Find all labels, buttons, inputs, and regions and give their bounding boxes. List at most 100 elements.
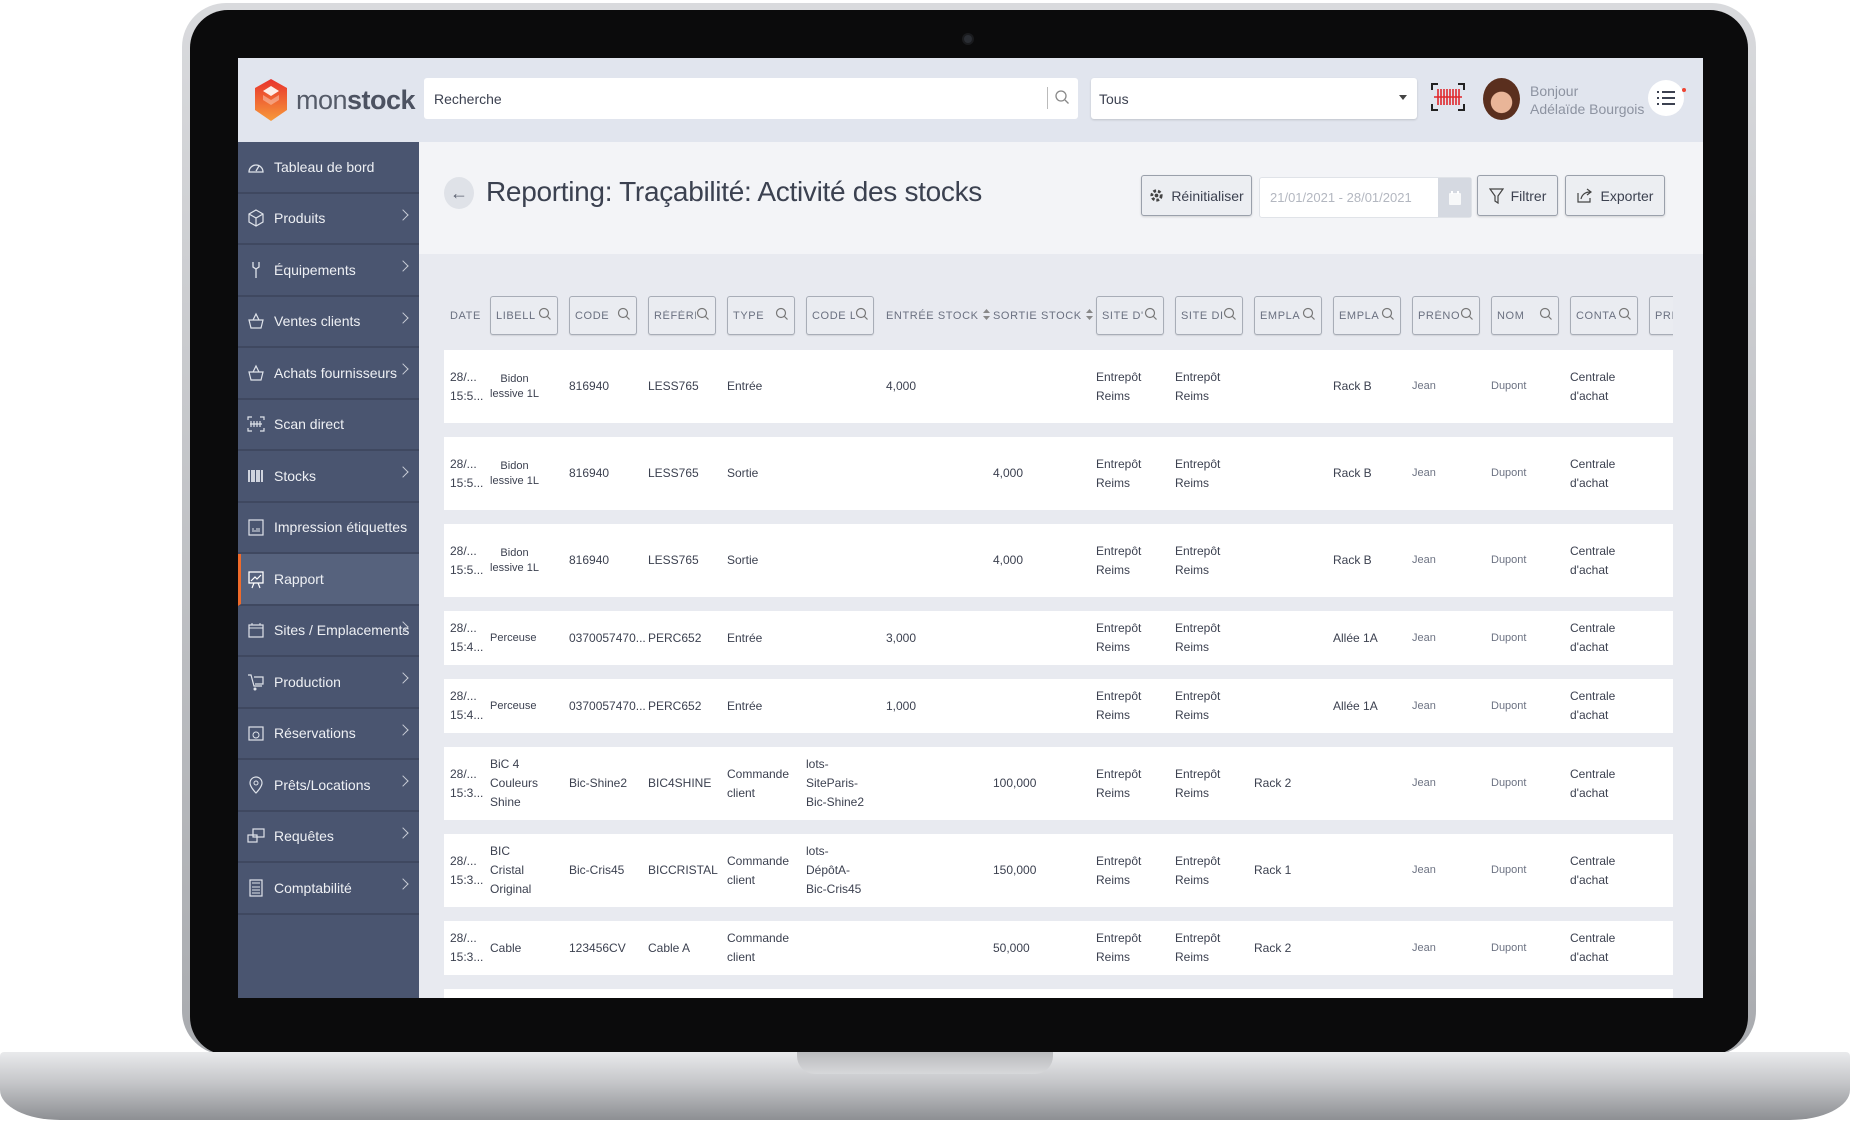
table-row[interactable]: 28/...15:3...BiC 4 Couleurs ShineBic-Shi…	[444, 989, 1673, 998]
sidebar-item-reservations[interactable]: Réservations	[238, 709, 419, 760]
sidebar-item-equipements[interactable]: Équipements	[238, 245, 419, 297]
time-value: 15:3...	[450, 872, 484, 887]
table-cell: 816940	[569, 553, 610, 567]
column-label: RÉFÉRI	[654, 309, 697, 322]
sidebar-item-prets-locations[interactable]: Prêts/Locations	[238, 760, 419, 812]
table-cell: Dupont	[1491, 864, 1527, 876]
export-button[interactable]: Exporter	[1565, 175, 1665, 216]
sidebar-item-rapport[interactable]: Rapport	[238, 554, 419, 606]
sidebar-item-label: Production	[274, 673, 341, 690]
table-cell: Centrale d'achat	[1570, 369, 1616, 403]
user-greeting[interactable]: Bonjour Adélaïde Bourgois	[1530, 82, 1644, 118]
column-filter-9[interactable]: SITE DI	[1175, 296, 1243, 335]
sidebar-item-scan-direct[interactable]: Scan direct	[238, 400, 419, 451]
table-cell: Centrale d'achat	[1570, 689, 1616, 722]
table-cell: Cable A	[648, 940, 691, 955]
column-label: EMPLA	[1260, 309, 1301, 322]
search-input[interactable]: Recherche	[424, 78, 1078, 119]
table-cell: Perceuse	[490, 699, 537, 712]
table-cell: 50,000	[993, 940, 1030, 955]
column-filter-4[interactable]: TYPE	[727, 296, 795, 335]
search-icon	[1460, 307, 1474, 324]
sidebar-item-ventes-clients[interactable]: Ventes clients	[238, 297, 419, 348]
sidebar-item-stocks[interactable]: Stocks	[238, 451, 419, 503]
table-row[interactable]: 28/...15:3...BiC 4 Couleurs ShineBic-Shi…	[444, 747, 1673, 820]
table-cell: LESS765	[648, 379, 699, 393]
calendar-button[interactable]	[1438, 178, 1471, 217]
table-row[interactable]: 28/... 15:5... Bidon lessive 1L 816940 LESS7…	[444, 437, 1673, 510]
table-row[interactable]: 28/... 15:5... Bidon lessive 1L 816940 LESS7…	[444, 524, 1673, 597]
column-filter-5[interactable]: CODE L	[806, 296, 874, 335]
column-filter-3[interactable]: RÉFÉRI	[648, 296, 716, 335]
column-header: EMPLA	[1333, 296, 1412, 335]
column-filter-8[interactable]: SITE D'	[1096, 296, 1164, 335]
column-header: SITE DI	[1175, 296, 1254, 335]
menu-button[interactable]	[1648, 80, 1686, 116]
table-cell: Dupont	[1491, 941, 1527, 954]
arrow-left-icon: ←	[450, 182, 468, 203]
table-cell: Sortie	[727, 553, 759, 567]
column-label: SORTIE STOCK	[993, 309, 1082, 322]
table-row[interactable]: 28/... 15:4... Perceuse 0370057470... PERC65…	[444, 611, 1673, 665]
table-cell: PERC652	[648, 698, 702, 713]
basket-out-icon	[246, 311, 266, 331]
sidebar-item-sites-emplacements[interactable]: Sites / Emplacements	[238, 606, 419, 657]
sidebar-item-impression-etiquettes[interactable]: Impression étiquettes	[238, 503, 419, 554]
column-filter-10[interactable]: EMPLA	[1254, 296, 1322, 335]
column-sort-6[interactable]: ENTRÉE STOCK	[886, 308, 993, 323]
sidebar-item-achats-fournisseurs[interactable]: Achats fournisseurs	[238, 348, 419, 400]
site-select[interactable]: Tous	[1091, 78, 1417, 119]
column-header: SITE D'	[1096, 296, 1175, 335]
table-cell: Rack 1	[1254, 863, 1292, 877]
barcode-scan-icon[interactable]	[1430, 82, 1466, 112]
sidebar-item-produits[interactable]: Produits	[238, 194, 419, 245]
table-row[interactable]: 28/... 15:4... Perceuse 0370057470... PERC65…	[444, 679, 1673, 733]
column-filter-1[interactable]: LIBELL	[490, 296, 558, 335]
sidebar-item-production[interactable]: Production	[238, 657, 419, 709]
column-label: TYPE	[733, 309, 765, 322]
date-value: 28/...	[450, 766, 477, 781]
column-sort-7[interactable]: SORTIE STOCK	[993, 308, 1096, 323]
sort-icon	[982, 308, 990, 323]
table-cell: lots-SiteParis-Bic-Shine2	[806, 757, 865, 809]
funnel-icon	[1488, 187, 1504, 204]
brand-light: mon	[296, 84, 348, 115]
search-icon	[855, 307, 868, 324]
table-cell: 1,000	[886, 698, 917, 713]
column-filter-15[interactable]: PRI	[1649, 296, 1673, 335]
search-icon	[1539, 307, 1553, 324]
table-cell: Dupont	[1491, 467, 1527, 479]
sidebar-item-tableau-de-bord[interactable]: Tableau de bord	[238, 142, 419, 194]
filter-button[interactable]: Filtrer	[1477, 175, 1558, 216]
sidebar-item-label: Stocks	[274, 467, 317, 484]
table-row[interactable]: 28/... 15:3... BIC Cristal Original Bic-Cri…	[444, 834, 1673, 907]
user-avatar[interactable]	[1483, 78, 1520, 120]
sidebar-item-label: Produits	[274, 210, 326, 227]
date-range-input[interactable]: 21/01/2021 - 28/01/2021	[1259, 177, 1472, 218]
logo[interactable]: monstock	[254, 78, 416, 122]
column-filter-13[interactable]: NOM	[1491, 296, 1559, 335]
table-row[interactable]: 28/... 15:3... Cable 123456CV Cable A Command…	[444, 921, 1673, 975]
sidebar-item-requetes[interactable]: Requêtes	[238, 812, 419, 863]
column-header-date: DATE	[450, 309, 481, 322]
calendar-clock-icon	[246, 723, 266, 743]
back-button[interactable]: ←	[444, 177, 474, 209]
table-cell: Centrale d'achat	[1570, 621, 1616, 654]
reset-button[interactable]: Réinitialiser	[1141, 175, 1252, 216]
site-select-value: Tous	[1099, 90, 1129, 107]
brand-bold: stock	[347, 84, 416, 115]
table-cell: Commande client	[727, 931, 790, 964]
column-filter-2[interactable]: CODE	[569, 296, 637, 335]
column-filter-12[interactable]: PRÉNO	[1412, 296, 1480, 335]
monstock-logo-icon	[255, 79, 287, 121]
column-header: PRÉNO	[1412, 296, 1491, 335]
column-filter-11[interactable]: EMPLA	[1333, 296, 1401, 335]
chevron-right-icon	[397, 466, 409, 478]
sidebar-item-comptabilite[interactable]: Comptabilité	[238, 863, 419, 915]
table-cell: Bic-Shine2	[569, 776, 628, 790]
column-filter-14[interactable]: CONTA	[1570, 296, 1638, 335]
search-icon[interactable]	[1054, 89, 1070, 105]
column-header: TYPE	[727, 296, 806, 335]
table-row[interactable]: 28/... 15:5... Bidon lessive 1L 816940 LESS7…	[444, 350, 1673, 423]
search-icon	[1381, 307, 1395, 324]
